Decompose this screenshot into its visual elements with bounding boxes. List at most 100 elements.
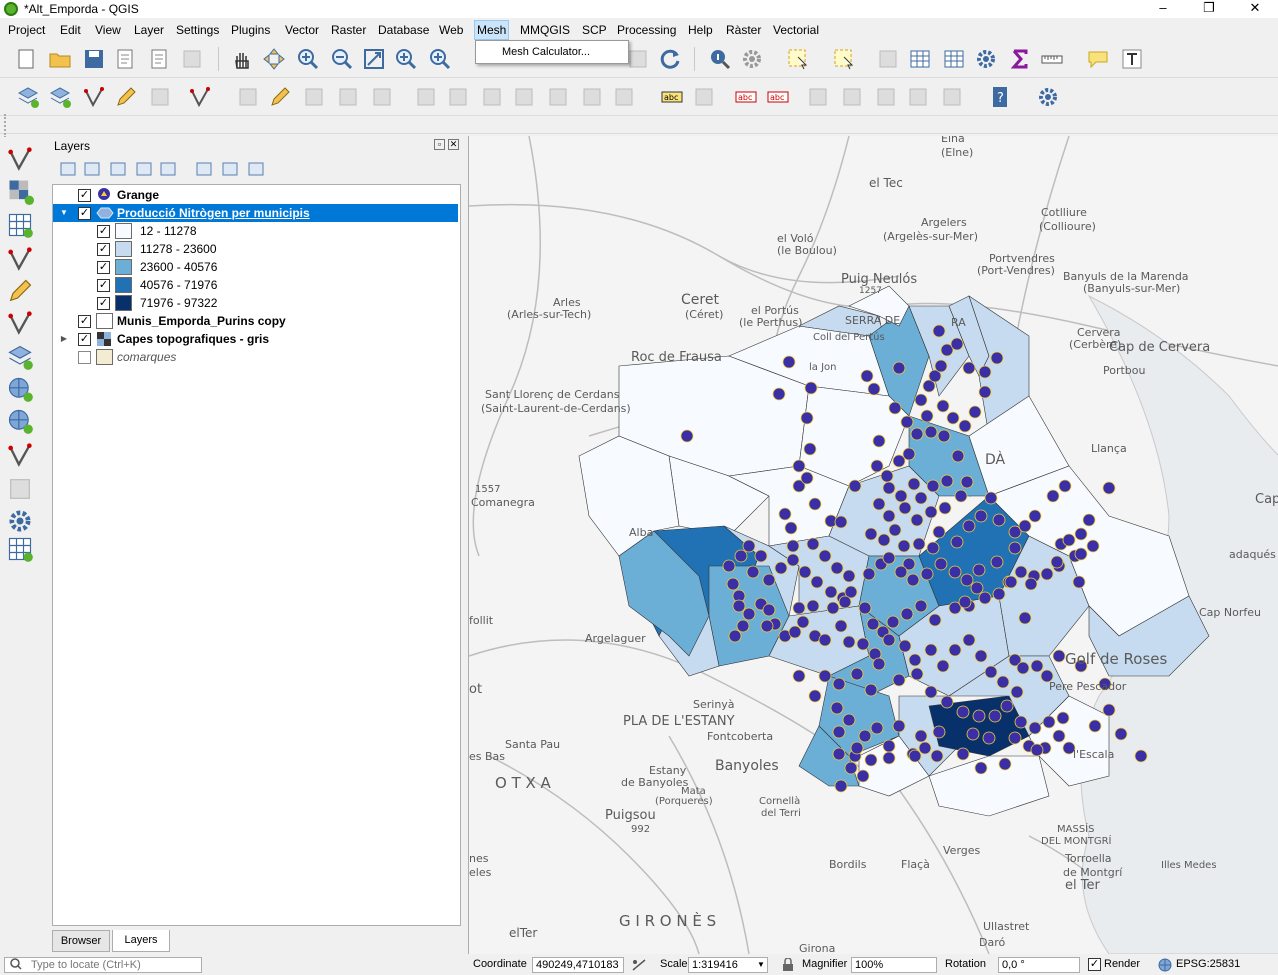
- add-vector-layer-icon[interactable]: [6, 145, 34, 173]
- plugin-icon[interactable]: [1036, 85, 1060, 109]
- add-spatialite-icon[interactable]: [6, 309, 34, 337]
- menu-edit[interactable]: Edit: [58, 20, 83, 40]
- layer-row-munis[interactable]: ✓ Munis_Emporda_Purins copy: [53, 312, 458, 330]
- tab-layers[interactable]: Layers: [112, 930, 170, 952]
- menu-help[interactable]: Help: [686, 20, 715, 40]
- add-arcgis-icon[interactable]: [6, 535, 34, 563]
- layout-manager-icon[interactable]: [148, 47, 172, 71]
- add-virtual-layer-icon[interactable]: [6, 441, 34, 469]
- gps-icon[interactable]: [148, 85, 172, 109]
- collapse-arrow-icon[interactable]: ▼: [59, 204, 69, 222]
- locate-input[interactable]: Type to locate (Ctrl+K): [4, 957, 202, 973]
- change-label-icon[interactable]: [874, 85, 898, 109]
- map-tips-icon[interactable]: [1086, 47, 1110, 71]
- save-edits-icon[interactable]: [302, 85, 326, 109]
- scale-field[interactable]: 1:319416: [688, 957, 768, 973]
- pan-to-selection-icon[interactable]: [262, 47, 286, 71]
- legend-class-row[interactable]: ✓ 11278 - 23600: [53, 240, 458, 258]
- pin-labels-icon[interactable]: abc: [734, 85, 758, 109]
- toggle-editing-icon[interactable]: [268, 85, 292, 109]
- legend-class-checkbox[interactable]: ✓: [97, 279, 110, 292]
- layer-row-grange[interactable]: ✓ Grange: [53, 186, 458, 204]
- menu-layer[interactable]: Layer: [132, 20, 166, 40]
- legend-class-row[interactable]: ✓ 40576 - 71976: [53, 276, 458, 294]
- add-feature-icon[interactable]: [336, 85, 360, 109]
- add-mesh-layer-icon[interactable]: [6, 211, 34, 239]
- menu-vectorial[interactable]: Vectorial: [771, 20, 821, 40]
- diagram-icon[interactable]: [692, 85, 716, 109]
- legend-class-row[interactable]: ✓ 12 - 11278: [53, 222, 458, 240]
- menu-processing[interactable]: Processing: [615, 20, 678, 40]
- menu-database[interactable]: Database: [376, 20, 431, 40]
- menu-web[interactable]: Web: [437, 20, 465, 40]
- help-icon[interactable]: ?: [988, 85, 1012, 109]
- copy-features-icon[interactable]: [512, 85, 536, 109]
- legend-class-checkbox[interactable]: ✓: [97, 225, 110, 238]
- zoom-out-icon[interactable]: [330, 47, 354, 71]
- modify-attributes-icon[interactable]: [414, 85, 438, 109]
- style-manager-icon[interactable]: [180, 47, 204, 71]
- cut-features-icon[interactable]: [480, 85, 504, 109]
- layer-row-produccio[interactable]: ▼ ✓ Producció Nitrògen per municipis: [53, 204, 458, 222]
- layer-row-comarques[interactable]: comarques: [53, 348, 458, 366]
- add-wms-icon[interactable]: [6, 375, 34, 403]
- rotate-label-icon[interactable]: [840, 85, 864, 109]
- rotation-field[interactable]: 0,0 °: [998, 957, 1080, 973]
- highlight-labels-icon[interactable]: abc: [766, 85, 790, 109]
- measure-line-icon[interactable]: [1040, 47, 1064, 71]
- menu-mmqgis[interactable]: MMQGIS: [518, 20, 572, 40]
- menu-raster[interactable]: Raster: [329, 20, 368, 40]
- attribute-table-icon[interactable]: [908, 47, 932, 71]
- add-delimited-text-icon[interactable]: [6, 245, 34, 273]
- map-canvas[interactable]: Elna (Elne) el Tec Argelers (Argelès-sur-Mer…: [468, 136, 1278, 954]
- restore-button[interactable]: ❐: [1186, 0, 1232, 18]
- toolbar-handle[interactable]: [4, 114, 8, 138]
- vertex-tool-icon[interactable]: [82, 85, 106, 109]
- identify-features-icon[interactable]: [708, 47, 732, 71]
- menu-vector[interactable]: Vector: [283, 20, 321, 40]
- close-panel-icon[interactable]: ✕: [448, 139, 459, 150]
- text-annotation-icon[interactable]: [1120, 47, 1144, 71]
- deselect-icon[interactable]: [876, 47, 900, 71]
- field-calculator-icon[interactable]: [942, 47, 966, 71]
- menu-mesh[interactable]: Mesh: [474, 20, 510, 40]
- coordinate-field[interactable]: 490249,4710183: [532, 957, 624, 973]
- mesh-calculator-menu-item[interactable]: Mesh Calculator...: [478, 43, 626, 61]
- filter-expression-icon[interactable]: [158, 160, 178, 178]
- statistics-icon[interactable]: [1008, 47, 1032, 71]
- vertex-editor-icon[interactable]: [370, 85, 394, 109]
- pan-map-icon[interactable]: [230, 47, 254, 71]
- new-project-icon[interactable]: [14, 47, 38, 71]
- layer-checkbox-munis[interactable]: ✓: [78, 315, 91, 328]
- label-toolbar-icon[interactable]: abc: [660, 85, 684, 109]
- paste-features-icon[interactable]: [546, 85, 570, 109]
- refresh-icon[interactable]: [658, 47, 682, 71]
- menu-view[interactable]: View: [93, 20, 123, 40]
- float-panel-icon[interactable]: ▫: [434, 139, 445, 150]
- globe-icon[interactable]: [1158, 958, 1172, 975]
- actions-icon[interactable]: [740, 47, 764, 71]
- minimize-button[interactable]: –: [1140, 0, 1186, 18]
- legend-class-checkbox[interactable]: ✓: [97, 243, 110, 256]
- add-wfs-icon[interactable]: [6, 407, 34, 435]
- zoom-to-selection-icon[interactable]: [394, 47, 418, 71]
- open-project-icon[interactable]: [48, 47, 72, 71]
- select-by-value-icon[interactable]: [832, 47, 856, 71]
- digitize-icon[interactable]: [114, 85, 138, 109]
- add-raster-layer-icon[interactable]: [6, 177, 34, 205]
- new-print-layout-icon[interactable]: [114, 47, 138, 71]
- filter-legend-icon[interactable]: [134, 160, 154, 178]
- layer-checkbox-grange[interactable]: ✓: [78, 189, 91, 202]
- crs-label[interactable]: EPSG:25831: [1176, 958, 1240, 970]
- move-label-icon[interactable]: [806, 85, 830, 109]
- layer-checkbox-produccio[interactable]: ✓: [78, 207, 91, 220]
- manage-visibility-icon[interactable]: [108, 160, 128, 178]
- expand-arrow-icon[interactable]: ▶: [59, 330, 69, 348]
- open-layer-styling-icon[interactable]: [58, 160, 78, 178]
- legend-class-row[interactable]: ✓ 23600 - 40576: [53, 258, 458, 276]
- redo-icon[interactable]: [612, 85, 636, 109]
- menu-settings[interactable]: Settings: [174, 20, 221, 40]
- show-hide-labels-icon[interactable]: [906, 85, 930, 109]
- processing-toolbox-icon[interactable]: [974, 47, 998, 71]
- zoom-full-icon[interactable]: [362, 47, 386, 71]
